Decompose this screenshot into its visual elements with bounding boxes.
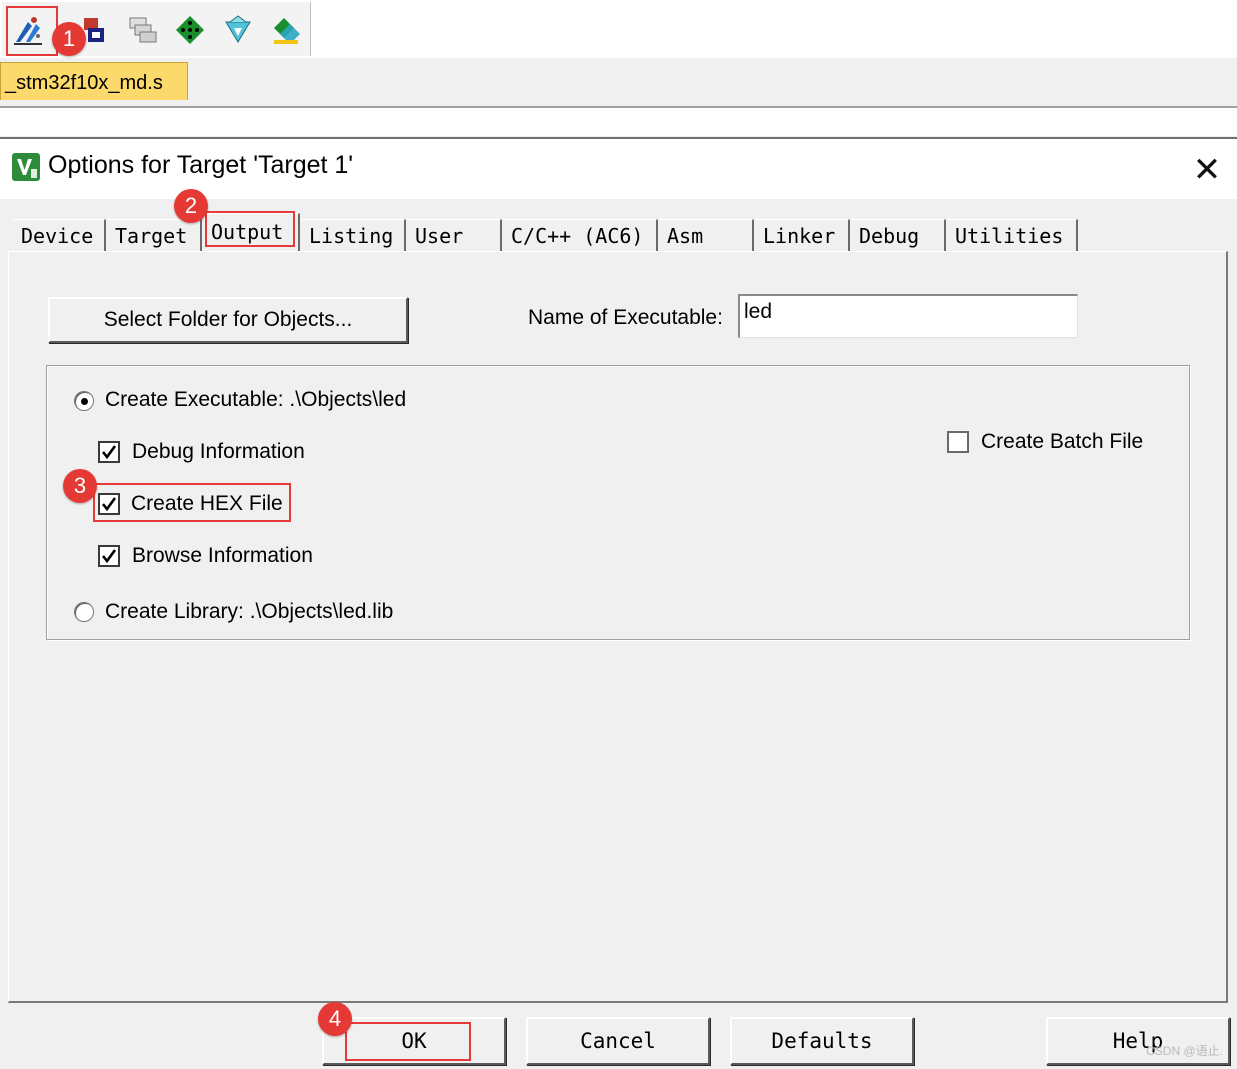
create-hex-label: Create HEX File <box>131 492 283 515</box>
exe-name-label: Name of Executable: <box>528 306 723 329</box>
tab-device[interactable]: Device <box>12 219 106 251</box>
exe-name-input[interactable]: led <box>738 294 1078 338</box>
create-library-label: Create Library: .\Objects\led.lib <box>105 600 394 623</box>
options-dialog: Options for Target 'Target 1' ✕ Device T… <box>0 137 1237 1069</box>
checkmark-icon <box>101 497 117 512</box>
step-marker-1: 1 <box>52 22 86 56</box>
tab-output[interactable]: Output <box>202 213 300 251</box>
cancel-button[interactable]: Cancel <box>526 1017 710 1065</box>
step-marker-4: 4 <box>318 1002 352 1036</box>
select-folder-button[interactable]: Select Folder for Objects... <box>48 297 408 343</box>
create-batch-checkbox[interactable] <box>947 431 969 453</box>
create-executable-label: Create Executable: .\Objects\led <box>105 388 407 411</box>
create-executable-radio[interactable] <box>74 391 94 411</box>
tab-asm[interactable]: Asm <box>658 219 754 251</box>
browse-info-checkbox[interactable] <box>98 545 120 567</box>
tab-utilities[interactable]: Utilities <box>946 219 1078 251</box>
tab-c-cpp[interactable]: C/C++ (AC6) <box>502 219 658 251</box>
options-for-target-icon[interactable] <box>8 10 48 50</box>
debug-info-checkbox[interactable] <box>98 441 120 463</box>
tab-target[interactable]: Target <box>106 219 202 251</box>
file-tab-startup[interactable]: _stm32f10x_md.s <box>0 62 188 100</box>
create-library-radio[interactable] <box>74 602 94 622</box>
create-hex-checkbox[interactable] <box>98 493 120 515</box>
tab-listing[interactable]: Listing <box>300 219 406 251</box>
run-environment-icon[interactable] <box>170 10 210 50</box>
tab-debug[interactable]: Debug <box>850 219 946 251</box>
toolbar <box>0 0 1237 59</box>
close-icon[interactable]: ✕ <box>1184 147 1230 193</box>
select-packs-icon[interactable] <box>122 10 162 50</box>
uvision-logo-icon <box>12 153 40 181</box>
batch-build-icon[interactable] <box>266 10 306 50</box>
tab-linker[interactable]: Linker <box>754 219 850 251</box>
defaults-button[interactable]: Defaults <box>730 1017 914 1065</box>
create-batch-label: Create Batch File <box>981 430 1144 453</box>
tab-user[interactable]: User <box>406 219 502 251</box>
editor-tab-strip: _stm32f10x_md.s <box>0 58 1237 109</box>
step-marker-2: 2 <box>174 189 208 223</box>
browse-info-label: Browse Information <box>132 544 313 567</box>
pack-installer-icon[interactable] <box>218 10 258 50</box>
dialog-title: Options for Target 'Target 1' <box>48 151 354 179</box>
checkmark-icon <box>101 549 117 564</box>
watermark: CSDN @语止. <box>1146 1044 1223 1058</box>
build-toolbar-group <box>2 2 311 56</box>
step-marker-3: 3 <box>63 469 97 503</box>
checkmark-icon <box>101 445 117 460</box>
editor-area <box>0 108 1237 136</box>
debug-info-label: Debug Information <box>132 440 305 463</box>
